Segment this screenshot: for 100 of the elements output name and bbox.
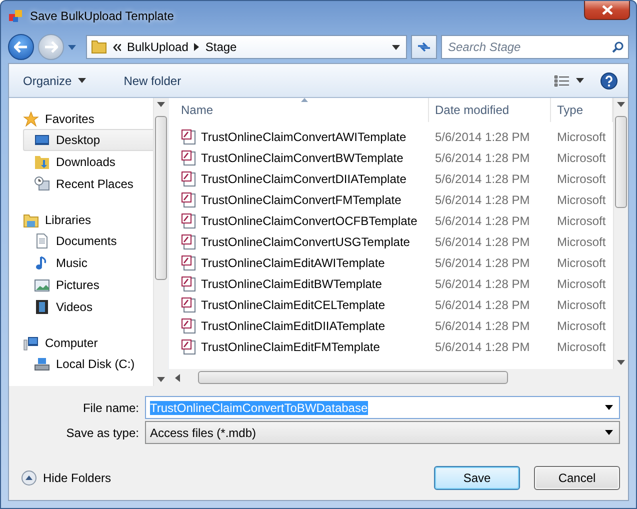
list-view-icon [554, 74, 570, 86]
file-type: Microsoft [556, 298, 607, 312]
sidebar-item[interactable]: Pictures [23, 274, 153, 296]
star-icon [23, 110, 39, 126]
clock-icon [34, 176, 50, 192]
dialog-button[interactable]: Cancel [534, 466, 620, 490]
scroll-down-icon [617, 360, 625, 365]
file-icon [181, 318, 197, 334]
date-modified: 5/6/2014 1:28 PM [434, 150, 531, 164]
scroll-down-icon [157, 377, 165, 382]
collapse-icon [21, 470, 37, 486]
file-type: Microsoft [556, 150, 607, 164]
double-chevron-icon [113, 44, 121, 50]
film-icon [34, 299, 50, 315]
file-type: Microsoft [556, 172, 607, 186]
scroll-up-icon [157, 102, 165, 107]
help-icon[interactable] [600, 72, 618, 90]
file-type: Microsoft [556, 234, 607, 248]
chevron-icon [194, 43, 200, 51]
date-modified: 5/6/2014 1:28 PM [434, 234, 531, 248]
file-name[interactable]: TrustOnlineClaimConvertBWTemplate [201, 150, 404, 164]
file-name[interactable]: TrustOnlineClaimConvertDIIATemplate [201, 172, 406, 186]
file-name[interactable]: TrustOnlineClaimConvertUSGTemplate [201, 234, 410, 248]
search-icon [612, 41, 624, 53]
app-icon [8, 8, 24, 24]
file-name[interactable]: TrustOnlineClaimConvertAWITemplate [201, 130, 406, 144]
date-modified: 5/6/2014 1:28 PM [434, 172, 531, 186]
file-type: Microsoft [556, 276, 607, 290]
file-icon [181, 170, 197, 186]
right-arrow-icon [44, 41, 58, 53]
drive-icon [34, 356, 50, 372]
dialog-button[interactable]: Save [434, 466, 520, 490]
sidebar-item[interactable]: Recent Places [23, 173, 153, 195]
dropdown-caret-icon [605, 430, 613, 435]
file-icon [181, 254, 197, 270]
close-icon [602, 5, 612, 15]
sidebar-scrollbar[interactable] [153, 98, 168, 386]
date-modified: 5/6/2014 1:28 PM [434, 214, 531, 228]
toolbar-button[interactable]: New folder [120, 70, 186, 90]
back-button[interactable] [8, 34, 34, 60]
document-icon [34, 233, 50, 249]
date-modified: 5/6/2014 1:28 PM [434, 276, 531, 290]
file-name[interactable]: TrustOnlineClaimEditDIIATemplate [201, 318, 386, 332]
folder-icon [34, 154, 50, 170]
address-bar[interactable]: BulkUpload Stage [86, 35, 407, 59]
file-name[interactable]: TrustOnlineClaimEditAWITemplate [201, 256, 385, 270]
file-name[interactable]: TrustOnlineClaimEditFMTemplate [201, 340, 380, 354]
toolbar-button[interactable]: Organize [19, 70, 90, 90]
date-modified: 5/6/2014 1:28 PM [434, 256, 531, 270]
file-name[interactable]: TrustOnlineClaimEditCELTemplate [201, 298, 386, 312]
folder-icon [91, 40, 107, 54]
refresh-button[interactable] [411, 35, 437, 59]
date-modified: 5/6/2014 1:28 PM [434, 192, 531, 206]
sidebar-item[interactable]: Local Disk (C:) [23, 353, 153, 375]
search-field[interactable]: Search Stage [441, 35, 629, 59]
column-header[interactable]: Date modified [429, 98, 551, 122]
list-scrollbar[interactable] [613, 98, 628, 369]
save-type-dropdown[interactable]: Access files (*.mdb) [145, 421, 620, 444]
file-type: Microsoft [556, 256, 607, 270]
file-type: Microsoft [556, 192, 607, 206]
sidebar-group[interactable]: Libraries [45, 212, 92, 226]
sidebar-group[interactable]: Computer [45, 336, 98, 350]
computer-icon [23, 334, 39, 350]
scroll-left-icon [175, 374, 180, 382]
scroll-up-icon [617, 102, 625, 107]
date-modified: 5/6/2014 1:28 PM [434, 318, 531, 332]
file-icon [181, 212, 197, 228]
sidebar-item[interactable]: Music [23, 252, 153, 274]
file-name[interactable]: TrustOnlineClaimConvertFMTemplate [201, 192, 402, 206]
date-modified: 5/6/2014 1:28 PM [434, 130, 531, 144]
file-icon [181, 234, 197, 250]
dropdown-caret-icon [605, 405, 613, 410]
monitor-icon [34, 132, 50, 148]
file-icon [181, 192, 197, 208]
field-label: Save as type: [65, 426, 140, 440]
dropdown-caret-icon [392, 44, 400, 50]
file-type: Microsoft [556, 318, 607, 332]
sidebar-item[interactable]: Downloads [23, 151, 153, 173]
horizontal-scrollbar[interactable] [169, 369, 628, 386]
sidebar-item[interactable]: Documents [23, 230, 153, 252]
field-label: File name: [82, 400, 140, 414]
sidebar-item[interactable]: Videos [23, 296, 153, 318]
file-name[interactable]: TrustOnlineClaimEditBWTemplate [201, 276, 382, 290]
breadcrumb[interactable]: Stage [205, 40, 237, 54]
sidebar-group[interactable]: Favorites [45, 112, 94, 126]
breadcrumb[interactable]: BulkUpload [127, 40, 188, 54]
date-modified: 5/6/2014 1:28 PM [434, 298, 531, 312]
refresh-icon [417, 41, 431, 53]
hide-folders-button[interactable]: Hide Folders [21, 470, 112, 486]
file-icon [181, 296, 197, 312]
picture-icon [34, 277, 50, 293]
file-name[interactable]: TrustOnlineClaimConvertOCFBTemplate [201, 214, 418, 228]
file-icon [181, 128, 197, 144]
sidebar-item[interactable]: Desktop [23, 129, 153, 151]
file-icon [181, 150, 197, 166]
file-type: Microsoft [556, 130, 607, 144]
close-button[interactable] [584, 1, 630, 20]
file-type: Microsoft [556, 340, 607, 354]
folder-icon [23, 212, 39, 228]
file-icon [181, 338, 197, 354]
